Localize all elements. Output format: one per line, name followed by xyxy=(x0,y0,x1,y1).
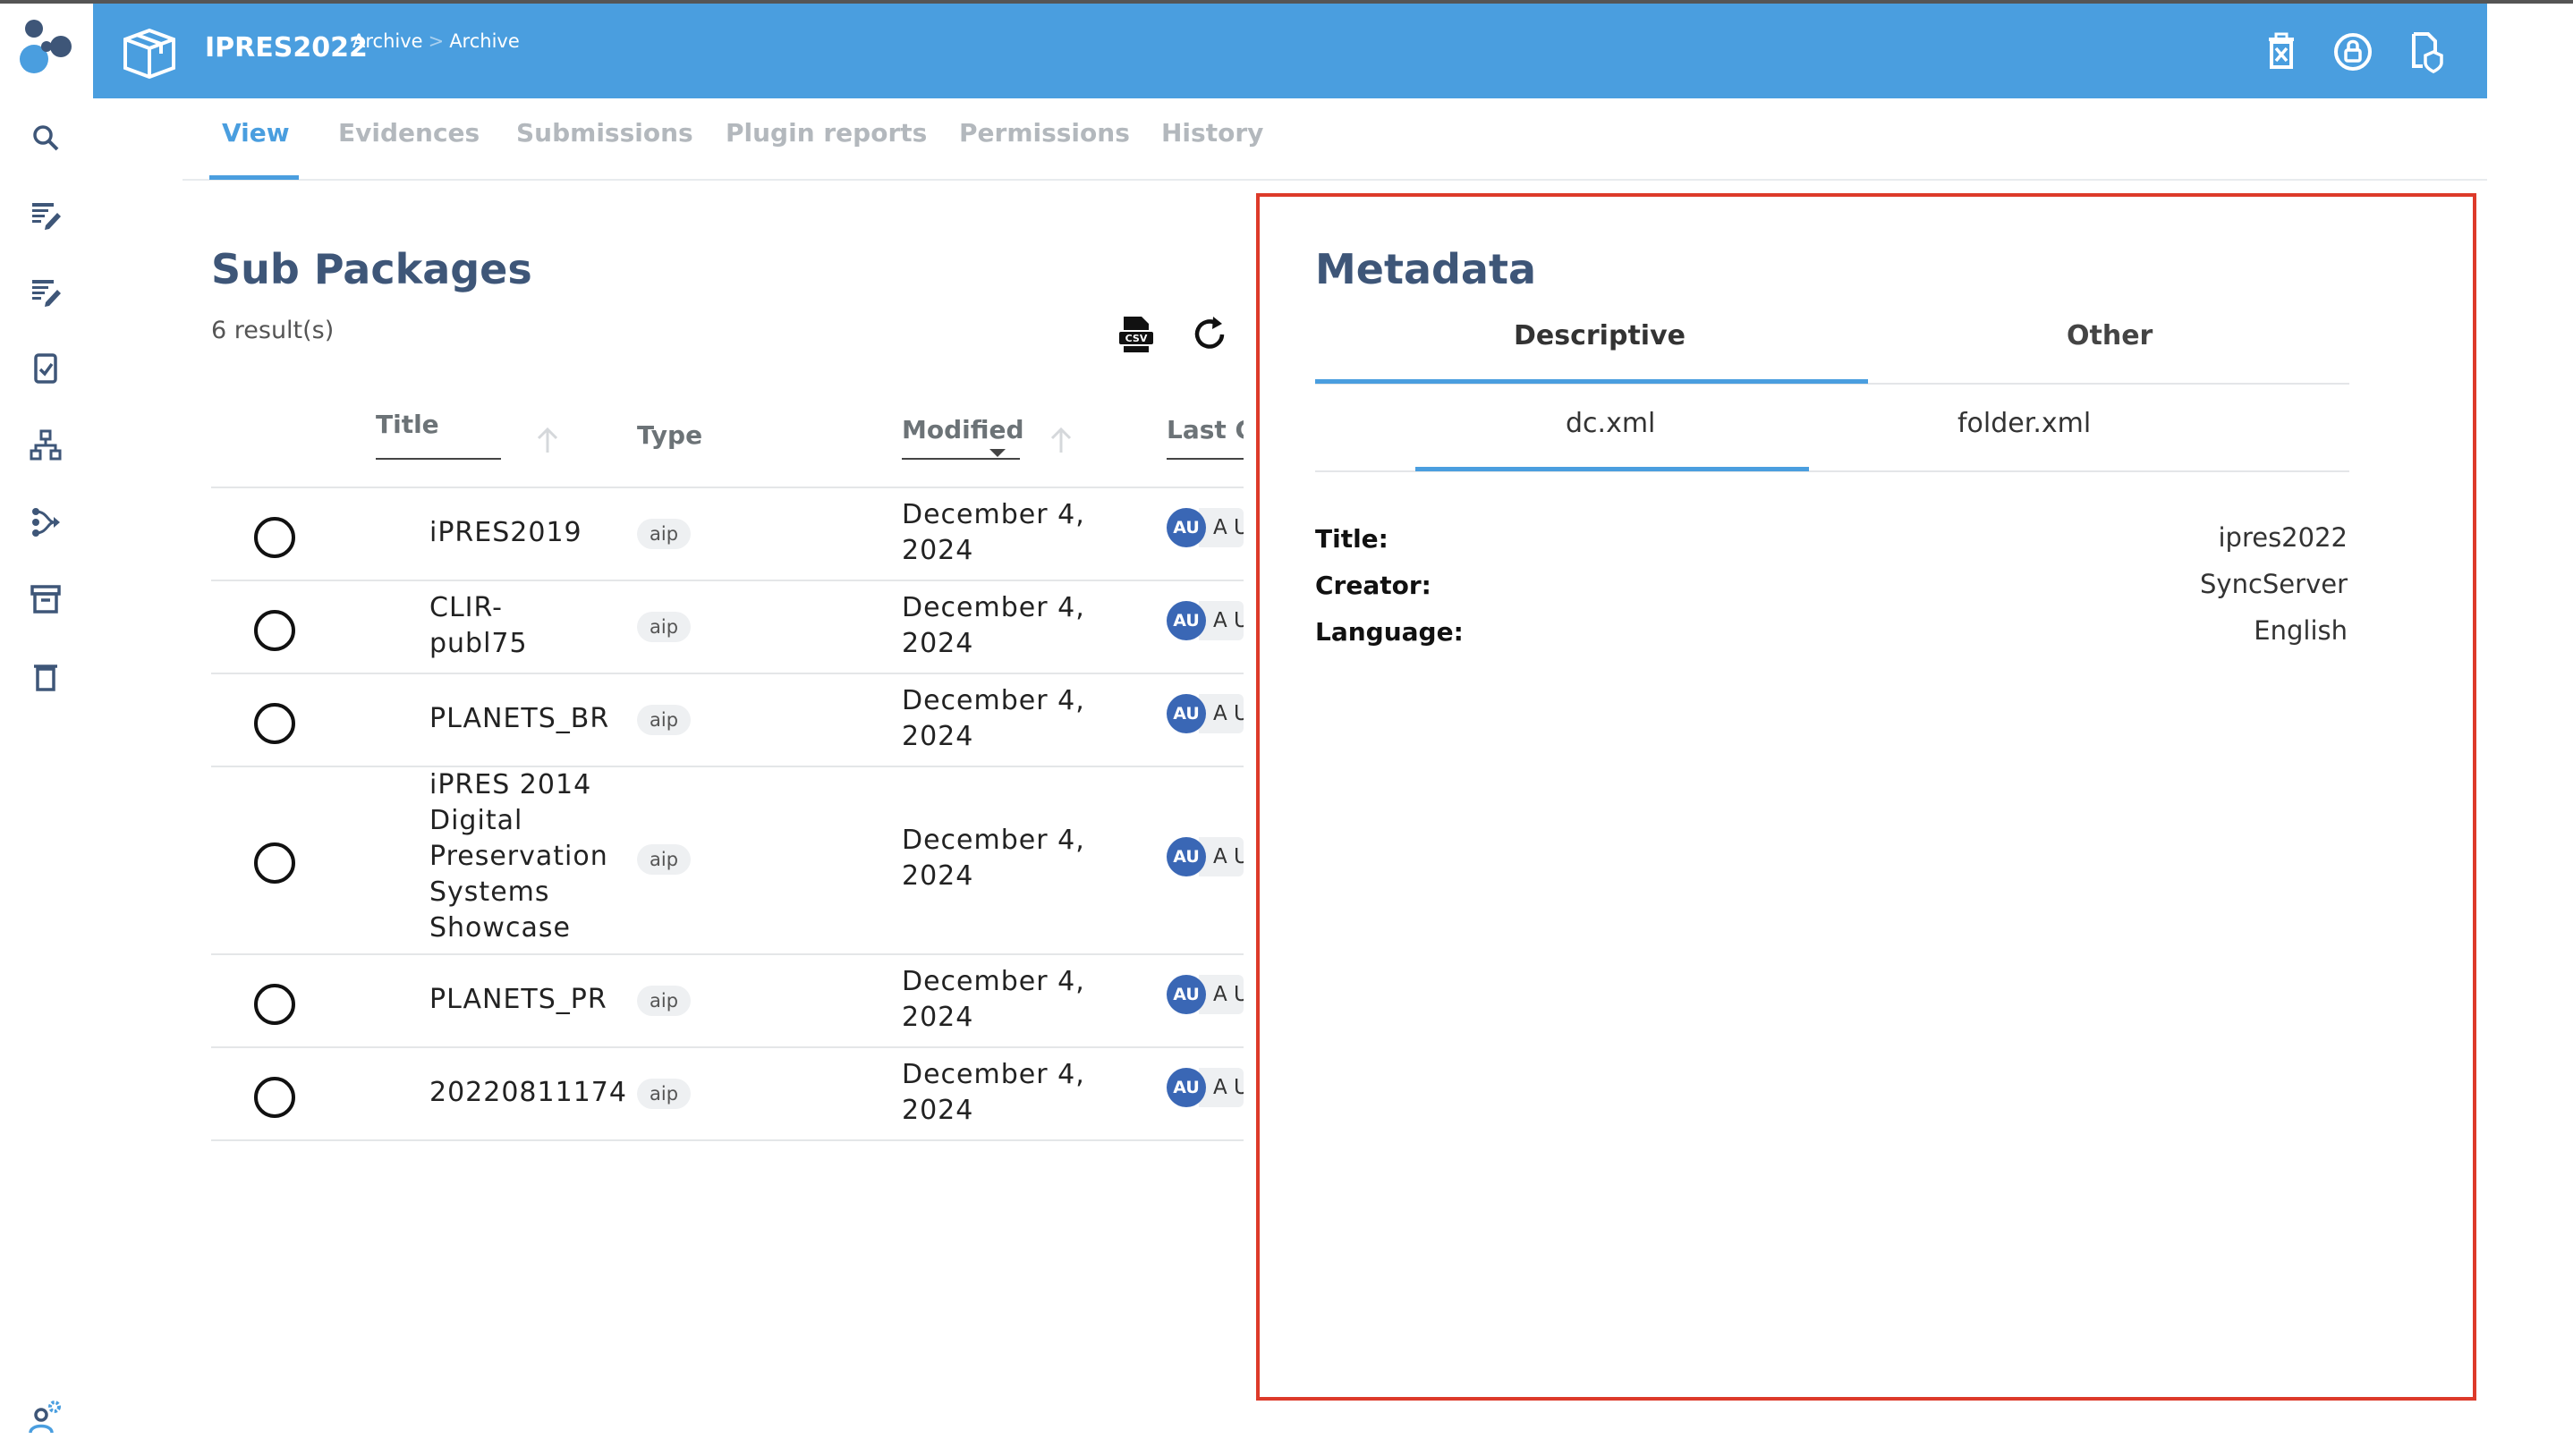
table-row[interactable]: PLANETS_PR aip December 4, 2024 A U AU xyxy=(211,955,1244,1048)
field-value-title: ipres2022 xyxy=(2218,522,2348,553)
avatar: AU xyxy=(1167,975,1206,1014)
modified-sort-underline xyxy=(902,458,1020,460)
row-modified-date: December 4, 2024 xyxy=(902,685,1085,752)
type-badge: aip xyxy=(637,1079,692,1109)
breadcrumb-separator: > xyxy=(428,30,445,52)
refresh-icon[interactable] xyxy=(1188,313,1231,356)
last-changed-underline xyxy=(1167,458,1244,460)
edit-form-icon[interactable] xyxy=(28,197,64,233)
type-badge: aip xyxy=(637,705,692,735)
column-header-modified[interactable]: Modified xyxy=(902,415,1024,444)
row-title[interactable]: iPRES2019 xyxy=(429,515,617,551)
breadcrumb: Archive > Archive xyxy=(352,30,520,52)
field-label-creator: Creator: xyxy=(1315,571,1431,600)
column-header-type[interactable]: Type xyxy=(637,420,702,450)
sort-arrow-up-icon[interactable] xyxy=(531,424,564,456)
tab-submissions[interactable]: Submissions xyxy=(516,118,693,148)
row-title[interactable]: 20220811174 xyxy=(429,1075,626,1111)
row-title[interactable]: iPRES 2014 Digital Preservation Systems … xyxy=(429,767,617,946)
table-row[interactable]: 20220811174 aip December 4, 2024 A U AU xyxy=(211,1048,1244,1141)
results-count: 6 result(s) xyxy=(211,317,335,344)
row-select-radio[interactable] xyxy=(254,703,295,744)
document-shield-icon[interactable] xyxy=(2401,29,2448,75)
trash-icon[interactable] xyxy=(28,658,64,694)
row-title[interactable]: PLANETS_PR xyxy=(429,982,617,1018)
table-row[interactable]: iPRES 2014 Digital Preservation Systems … xyxy=(211,767,1244,955)
sort-caret-down-icon xyxy=(989,449,1006,457)
row-select-radio[interactable] xyxy=(254,610,295,651)
tab-other[interactable]: Other xyxy=(2067,320,2153,351)
type-badge: aip xyxy=(637,612,692,642)
row-select-radio[interactable] xyxy=(254,1077,295,1118)
avatar: AU xyxy=(1167,694,1206,733)
field-label-title: Title: xyxy=(1315,524,1388,554)
table-row[interactable]: PLANETS_BR aip December 4, 2024 A U AU xyxy=(211,674,1244,767)
hierarchy-icon[interactable] xyxy=(28,427,64,463)
page-tabs: View Evidences Submissions Plugin report… xyxy=(183,98,2487,181)
active-metadata-tab-indicator xyxy=(1315,379,1868,384)
avatar: AU xyxy=(1167,601,1206,640)
sidebar xyxy=(0,4,91,1456)
delete-package-icon[interactable] xyxy=(2258,29,2305,75)
app-logo-icon[interactable] xyxy=(14,16,77,79)
active-tab-indicator xyxy=(209,175,299,180)
row-modified-date: December 4, 2024 xyxy=(902,592,1085,659)
export-csv-icon[interactable]: CSV xyxy=(1115,313,1158,356)
svg-text:CSV: CSV xyxy=(1125,333,1148,344)
avatar: AU xyxy=(1167,1068,1206,1107)
field-value-creator: SyncServer xyxy=(2200,569,2348,599)
page-title: IPRES2022 xyxy=(205,32,368,63)
workflow-icon[interactable] xyxy=(28,504,64,540)
row-select-radio[interactable] xyxy=(254,984,295,1025)
sort-arrow-up-icon[interactable] xyxy=(1045,424,1077,456)
type-badge: aip xyxy=(637,519,692,549)
ingest-form-icon[interactable] xyxy=(28,274,64,309)
header-bar: IPRES2022 Archive > Archive xyxy=(93,4,2487,98)
column-header-last-changed[interactable]: Last C xyxy=(1167,415,1244,444)
metadata-heading: Metadata xyxy=(1315,245,1537,293)
field-label-language: Language: xyxy=(1315,617,1464,647)
row-title[interactable]: CLIR-publ75 xyxy=(429,590,582,662)
table-row[interactable]: iPRES2019 aip December 4, 2024 A U AU xyxy=(211,488,1244,581)
tab-plugin-reports[interactable]: Plugin reports xyxy=(726,118,927,148)
row-modified-date: December 4, 2024 xyxy=(902,966,1085,1033)
file-tab-dc-xml[interactable]: dc.xml xyxy=(1566,408,1655,439)
metadata-panel xyxy=(1256,193,2476,1401)
row-modified-date: December 4, 2024 xyxy=(902,825,1085,892)
type-badge: aip xyxy=(637,986,692,1016)
active-file-tab-indicator xyxy=(1415,467,1809,471)
breadcrumb-item[interactable]: Archive xyxy=(449,30,520,52)
file-tab-folder-xml[interactable]: folder.xml xyxy=(1957,408,2091,439)
search-icon[interactable] xyxy=(28,120,64,156)
field-value-language: English xyxy=(2254,615,2348,646)
table-row[interactable]: CLIR-publ75 aip December 4, 2024 A U AU xyxy=(211,581,1244,674)
tab-view[interactable]: View xyxy=(222,118,290,148)
lock-icon[interactable] xyxy=(2330,29,2376,75)
tab-permissions[interactable]: Permissions xyxy=(959,118,1130,148)
row-select-radio[interactable] xyxy=(254,842,295,884)
tab-history[interactable]: History xyxy=(1161,118,1263,148)
avatar: AU xyxy=(1167,837,1206,876)
sub-packages-heading: Sub Packages xyxy=(211,245,532,293)
type-badge: aip xyxy=(637,844,692,875)
archive-box-icon[interactable] xyxy=(28,581,64,617)
row-modified-date: December 4, 2024 xyxy=(902,499,1085,566)
tab-descriptive[interactable]: Descriptive xyxy=(1514,320,1686,351)
row-title[interactable]: PLANETS_BR xyxy=(429,701,617,737)
row-select-radio[interactable] xyxy=(254,517,295,558)
title-sort-underline xyxy=(376,458,501,460)
checklist-icon[interactable] xyxy=(28,351,64,386)
column-header-title[interactable]: Title xyxy=(376,410,439,439)
avatar: AU xyxy=(1167,508,1206,547)
tab-evidences[interactable]: Evidences xyxy=(338,118,480,148)
user-settings-icon[interactable] xyxy=(28,1399,64,1435)
package-box-icon xyxy=(123,28,175,80)
row-modified-date: December 4, 2024 xyxy=(902,1059,1085,1126)
breadcrumb-item[interactable]: Archive xyxy=(352,30,423,52)
